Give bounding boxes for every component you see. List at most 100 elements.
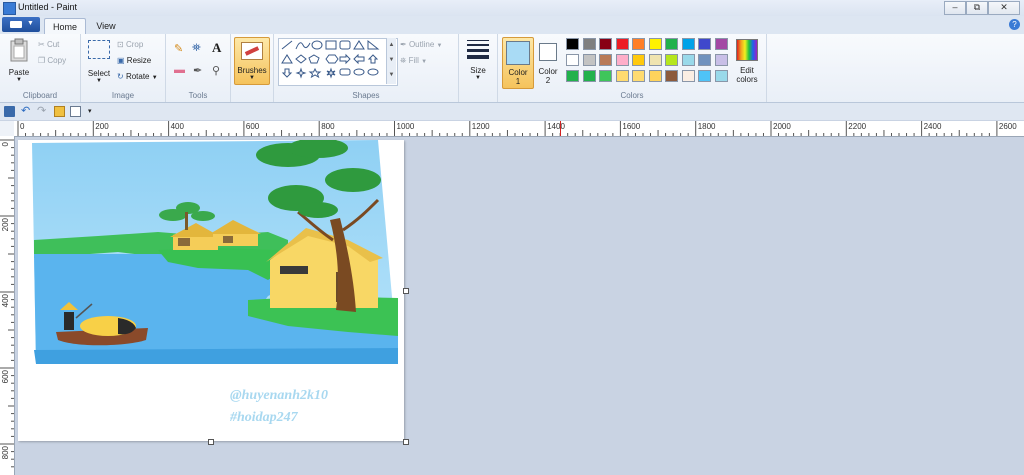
size-group: Size ▼ [459,34,498,102]
palette-swatch[interactable] [681,70,695,82]
palette-swatch[interactable] [566,70,579,82]
paint-app-icon[interactable] [3,2,16,15]
palette-swatch[interactable] [665,70,678,82]
clipboard-group-label: Clipboard [22,91,58,100]
palette-swatch[interactable] [648,38,662,50]
ruler-label: 1200 [471,122,490,131]
palette-swatch[interactable] [698,54,711,66]
palette-swatch[interactable] [582,38,596,50]
ruler-label: 1000 [396,122,415,131]
chevron-down-icon: ▼ [27,20,34,27]
rotate-button[interactable]: ↻ Rotate ▼ [117,72,158,81]
fill-button[interactable]: ⛯ Fill ▼ [400,56,427,66]
ruler-cursor-marker [560,121,561,136]
canvas-resize-handle-bottom[interactable] [208,439,214,445]
palette-swatch[interactable] [632,70,645,82]
ribbon-tab-row: ▼ Home View ? [0,16,1024,35]
shapes-scroll[interactable]: ▲ ▼ ▼ [386,38,396,84]
open-file-icon[interactable] [54,106,65,117]
color2-button[interactable]: Color 2 [534,37,562,87]
pencil-icon[interactable]: ✎ [174,42,183,55]
palette-swatch[interactable] [698,70,711,82]
paste-button[interactable]: Paste ▼ [4,38,34,88]
ruler-corner [0,121,14,136]
colors-group: Color 1 Color 2 Edit colors Colors [498,34,767,102]
size-button[interactable]: Size ▼ [462,38,494,88]
window-title: Untitled - Paint [18,2,78,12]
palette-swatch[interactable] [582,54,596,66]
ruler-label: 800 [321,122,335,131]
ribbon: Paste ▼ ✂ Cut ❐ Copy Clipboard Select ▼ … [0,34,1024,103]
ruler-label: 1400 [547,122,565,131]
palette-swatch[interactable] [648,70,662,82]
shapes-gallery[interactable] [278,38,398,86]
ruler-label: 2200 [848,122,867,131]
fill-bucket-icon[interactable]: ⛯ [192,42,201,55]
palette-swatch[interactable] [665,54,678,66]
palette-swatch[interactable] [599,54,612,66]
palette-swatch[interactable] [714,54,728,66]
canvas-resize-handle-corner[interactable] [403,439,409,445]
palette-swatch[interactable] [599,38,612,50]
outline-button[interactable]: ✒ Outline ▼ [400,40,442,49]
palette-swatch[interactable] [615,70,629,82]
customize-qat-icon[interactable]: ▾ [88,106,99,117]
ruler-label: 1600 [622,122,641,131]
close-button[interactable]: ✕ [988,1,1020,15]
brushes-button[interactable]: Brushes ▼ [234,37,270,85]
edit-colors-button[interactable]: Edit colors [732,37,762,87]
minimize-button[interactable]: – [944,1,966,15]
palette-swatch[interactable] [714,38,728,50]
print-preview-icon[interactable] [70,106,81,117]
ruler-label: 600 [1,370,10,384]
ruler-label: 600 [245,122,260,131]
resize-button[interactable]: ▣ Resize [117,56,151,65]
palette-swatch[interactable] [566,38,579,50]
palette-swatch[interactable] [566,54,579,66]
rotate-icon: ↻ [117,72,124,81]
magnifier-icon[interactable]: ⚲ [212,64,220,77]
clipboard-icon [10,38,28,62]
palette-swatch[interactable] [698,38,711,50]
palette-swatch[interactable] [665,38,678,50]
eraser-icon[interactable]: ▬ [174,64,185,76]
color-palette [566,38,731,86]
fill-icon: ⛯ [400,56,407,65]
select-button[interactable]: Select ▼ [85,38,113,88]
canvas-resize-handle-right[interactable] [403,288,409,294]
cut-button[interactable]: ✂ Cut [38,40,59,49]
color2-label: Color [538,67,558,76]
undo-icon[interactable]: ↶ [21,106,32,117]
save-icon[interactable] [4,106,15,117]
palette-swatch[interactable] [714,70,728,82]
text-tool-icon[interactable]: A [212,40,221,56]
paint-menu-button[interactable]: ▼ [2,17,40,32]
palette-swatch[interactable] [582,70,596,82]
ruler-label: 200 [95,122,109,131]
redo-icon[interactable]: ↷ [37,106,48,117]
palette-swatch[interactable] [632,38,645,50]
tools-group-label: Tools [188,91,208,100]
copy-icon: ❐ [38,56,46,65]
tab-home[interactable]: Home [44,18,86,35]
palette-swatch[interactable] [599,70,612,82]
crop-button[interactable]: ⊡ Crop [117,40,143,49]
color1-label: Color [508,68,528,77]
cut-label: Cut [46,40,60,49]
copy-button[interactable]: ❐ Copy [38,56,66,65]
palette-swatch[interactable] [681,54,695,66]
drawing-canvas[interactable]: @huyenanh2k10 #hoidap247 [18,138,409,445]
color-picker-icon[interactable]: ✒ [193,64,202,77]
palette-swatch[interactable] [615,38,629,50]
palette-swatch[interactable] [648,54,662,66]
tab-view[interactable]: View [92,18,120,34]
ruler-label: 0 [1,142,10,147]
shapes-gallery-icons [281,39,380,79]
palette-swatch[interactable] [615,54,629,66]
palette-swatch[interactable] [632,54,645,66]
shapes-group: ▲ ▼ ▼ ✒ Outline ▼ ⛯ Fill ▼ Shapes [274,34,459,102]
help-icon[interactable]: ? [1009,19,1020,30]
color1-button[interactable]: Color 1 [502,37,534,89]
maximize-button[interactable]: ⧉ [966,1,988,15]
palette-swatch[interactable] [681,38,695,50]
